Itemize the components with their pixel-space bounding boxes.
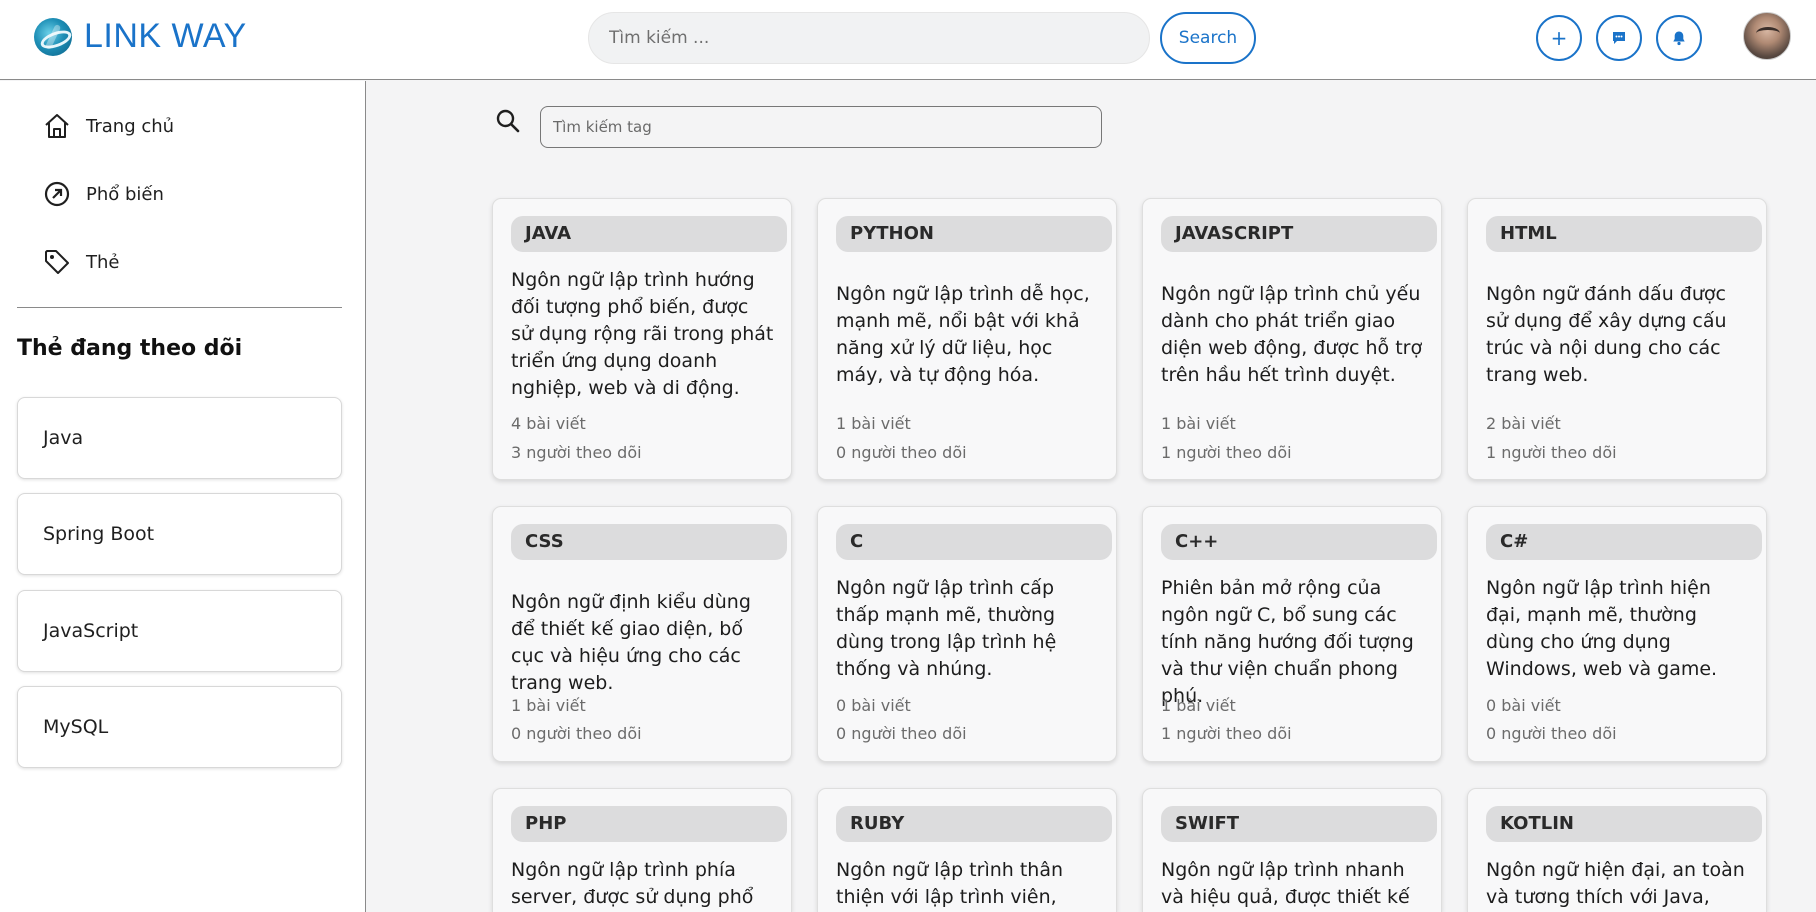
brand-logo[interactable]: LINK WAY (34, 17, 247, 56)
tag-post-count: 1 bài viết (1161, 414, 1236, 433)
tag-post-count: 1 bài viết (836, 414, 911, 433)
plus-icon: + (1550, 26, 1568, 50)
tag-name: KOTLIN (1486, 806, 1762, 842)
sidebar-divider (17, 307, 342, 308)
tag-name: C# (1486, 524, 1762, 560)
messages-button[interactable] (1596, 15, 1642, 61)
sidebar-item-tags[interactable]: Thẻ (42, 247, 119, 277)
following-tag-item[interactable]: Spring Boot (17, 493, 342, 575)
trending-icon (42, 179, 72, 209)
tag-name: C (836, 524, 1112, 560)
tag-description: Ngôn ngữ định kiểu dùng để thiết kế giao… (511, 591, 751, 694)
tag-name: JAVA (511, 216, 787, 252)
sidebar-item-home[interactable]: Trang chủ (42, 111, 174, 141)
home-icon (42, 111, 72, 141)
tag-name: JAVASCRIPT (1161, 216, 1437, 252)
tag-description: Ngôn ngữ lập trình phía server, được sử … (511, 859, 754, 908)
tag-follower-count: 0 người theo dõi (836, 724, 967, 743)
tag-card[interactable]: PYTHON Ngôn ngữ lập trình dễ học, mạnh m… (817, 198, 1117, 480)
tag-icon (42, 247, 72, 277)
search-button[interactable]: Search (1160, 12, 1256, 64)
tag-name: RUBY (836, 806, 1112, 842)
tag-follower-count: 1 người theo dõi (1486, 443, 1617, 462)
following-tags-title: Thẻ đang theo dõi (17, 336, 243, 361)
tag-name: PHP (511, 806, 787, 842)
sidebar-item-popular[interactable]: Phổ biến (42, 179, 164, 209)
tag-post-count: 0 bài viết (1486, 696, 1561, 715)
tag-name: HTML (1486, 216, 1762, 252)
tag-follower-count: 0 người theo dõi (836, 443, 967, 462)
following-tag-item[interactable]: MySQL (17, 686, 342, 768)
tag-post-count: 2 bài viết (1486, 414, 1561, 433)
tag-description: Ngôn ngữ đánh dấu được sử dụng để xây dự… (1486, 283, 1727, 386)
following-tag-item[interactable]: Java (17, 397, 342, 479)
tag-card[interactable]: CSS Ngôn ngữ định kiểu dùng để thiết kế … (492, 506, 792, 762)
tag-post-count: 1 bài viết (1161, 696, 1236, 715)
tag-name: PYTHON (836, 216, 1112, 252)
following-tag-item[interactable]: JavaScript (17, 590, 342, 672)
tag-follower-count: 0 người theo dõi (1486, 724, 1617, 743)
tag-follower-count: 1 người theo dõi (1161, 443, 1292, 462)
search-input[interactable] (588, 12, 1150, 64)
tag-description: Phiên bản mở rộng của ngôn ngữ C, bổ sun… (1161, 577, 1414, 707)
tag-card[interactable]: JAVASCRIPT Ngôn ngữ lập trình chủ yếu dà… (1142, 198, 1442, 480)
tag-name: C++ (1161, 524, 1437, 560)
tag-follower-count: 1 người theo dõi (1161, 724, 1292, 743)
top-header: LINK WAY Search + (0, 0, 1816, 80)
tag-card[interactable]: KOTLIN Ngôn ngữ hiện đại, an toàn và tươ… (1467, 788, 1767, 912)
sidebar-item-label: Thẻ (86, 251, 120, 273)
tag-card[interactable]: SWIFT Ngôn ngữ lập trình nhanh và hiệu q… (1142, 788, 1442, 912)
tag-follower-count: 3 người theo dõi (511, 443, 642, 462)
tag-search-input[interactable] (540, 106, 1102, 148)
tag-description: Ngôn ngữ lập trình thân thiện với lập tr… (836, 859, 1064, 908)
tag-description: Ngôn ngữ hiện đại, an toàn và tương thíc… (1486, 859, 1745, 908)
tag-card[interactable]: PHP Ngôn ngữ lập trình phía server, được… (492, 788, 792, 912)
tag-card[interactable]: C++ Phiên bản mở rộng của ngôn ngữ C, bổ… (1142, 506, 1442, 762)
tag-name: CSS (511, 524, 787, 560)
tag-description: Ngôn ngữ lập trình cấp thấp mạnh mẽ, thư… (836, 577, 1057, 680)
tag-post-count: 1 bài viết (511, 696, 586, 715)
tag-card[interactable]: C# Ngôn ngữ lập trình hiện đại, mạnh mẽ,… (1467, 506, 1767, 762)
bell-icon (1673, 31, 1685, 46)
sidebar-item-label: Phổ biến (86, 183, 164, 205)
search-icon (496, 109, 520, 133)
globe-logo-icon (34, 17, 72, 56)
tag-post-count: 4 bài viết (511, 414, 586, 433)
tag-description: Ngôn ngữ lập trình nhanh và hiệu quả, đư… (1161, 859, 1410, 908)
tag-name: SWIFT (1161, 806, 1437, 842)
left-sidebar: Trang chủ Phổ biến Thẻ Thẻ đang theo dõi… (0, 81, 366, 912)
brand-name: LINK WAY (84, 17, 247, 55)
tag-follower-count: 0 người theo dõi (511, 724, 642, 743)
tag-card[interactable]: RUBY Ngôn ngữ lập trình thân thiện với l… (817, 788, 1117, 912)
tag-description: Ngôn ngữ lập trình chủ yếu dành cho phát… (1161, 283, 1423, 386)
create-post-button[interactable]: + (1536, 15, 1582, 61)
tag-description: Ngôn ngữ lập trình dễ học, mạnh mẽ, nổi … (836, 283, 1090, 386)
notifications-button[interactable] (1656, 15, 1702, 61)
tag-description: Ngôn ngữ lập trình hướng đối tượng phổ b… (511, 269, 774, 399)
sidebar-item-label: Trang chủ (86, 115, 175, 137)
chat-icon (1613, 32, 1625, 44)
tag-description: Ngôn ngữ lập trình hiện đại, mạnh mẽ, th… (1486, 577, 1718, 680)
tag-card[interactable]: JAVA Ngôn ngữ lập trình hướng đối tượng … (492, 198, 792, 480)
tag-card[interactable]: HTML Ngôn ngữ đánh dấu được sử dụng để x… (1467, 198, 1767, 480)
tag-post-count: 0 bài viết (836, 696, 911, 715)
user-avatar[interactable] (1743, 12, 1791, 60)
tag-card[interactable]: C Ngôn ngữ lập trình cấp thấp mạnh mẽ, t… (817, 506, 1117, 762)
